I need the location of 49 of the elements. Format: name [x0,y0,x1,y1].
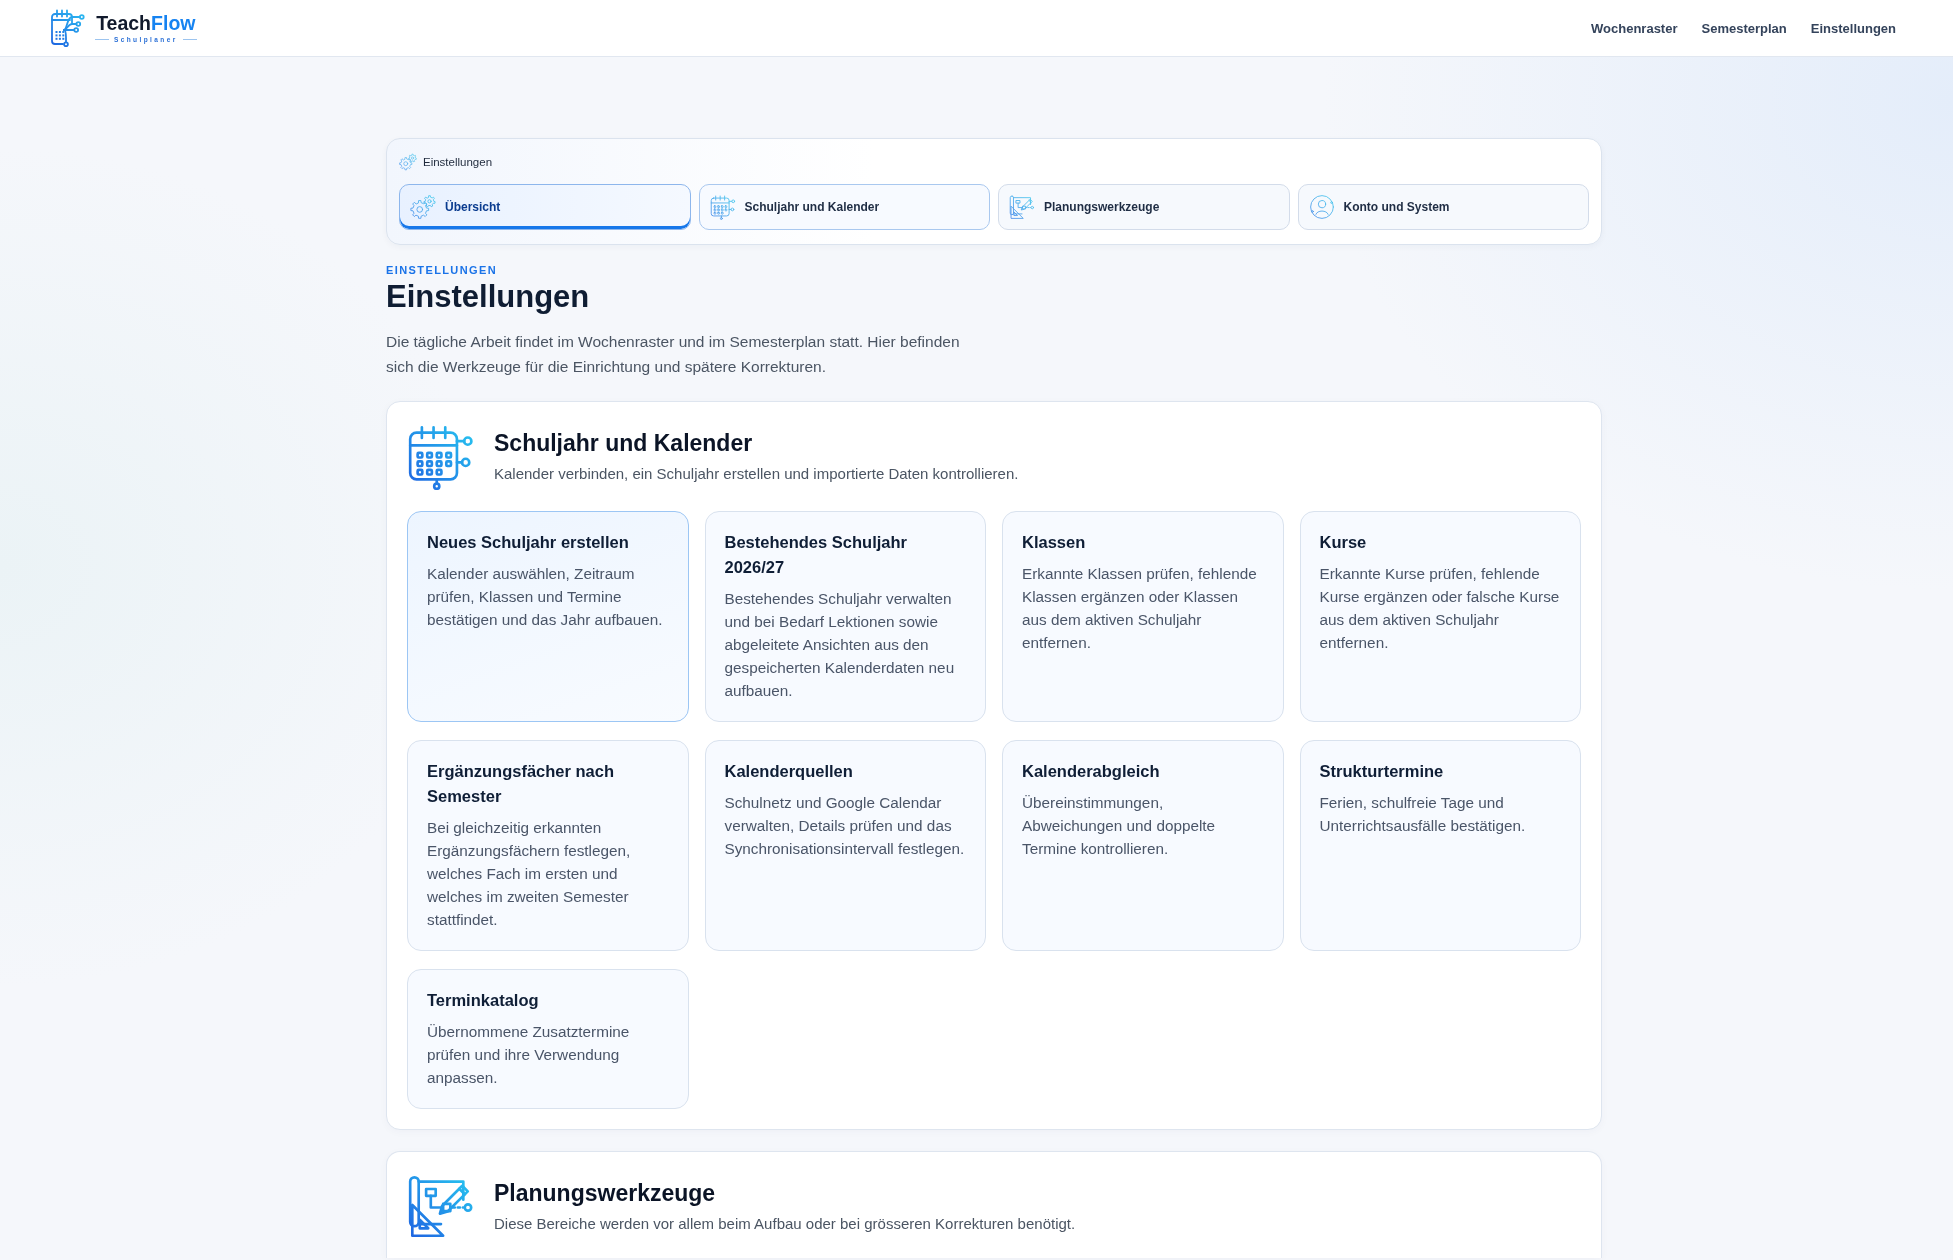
settings-card[interactable]: Kurse Erkannte Kurse prüfen, fehlende Kurse ergänzen oder falsche Kurse aus dem aktiven Schuljahr entfernen. [1299,511,1581,722]
section-title: Schuljahr und Kalender [494,428,754,458]
card-title: Kalenderabgleich [1022,761,1161,782]
settings-card[interactable]: Klassen Erkannte Klassen prüfen, fehlende Klassen ergänzen oder Klassen aus dem aktiven Schuljahr entfernen. [1002,511,1284,722]
card-description: Übernommene Zusatztermine prüfen und ihre Verwendung anpassen. [427,1022,631,1088]
card-description: Kalender auswählen, Zeitraum prüfen, Klassen und Termine bestätigen und das Jahr aufbauen. [427,564,664,630]
settings-card[interactable]: Ergänzungsfächer nach Semester Bei gleichzeitig erkannten Ergänzungsfächern festlegen, welches Fach im ersten und welches im zweiten Semester stattfindet. [407,740,689,951]
page-title: Einstellungen [386,279,591,315]
card-title: Bestehendes Schuljahr 2026/27 [724,532,908,578]
card-title: Strukturtermine [1319,761,1445,782]
logo-wordmark: TeachFlow [96,12,196,34]
settings-card[interactable]: Bestehendes Schuljahr 2026/27 Bestehendes Schuljahr verwalten und bei Bedarf Lektionen sowie abgeleitete Ansichten aus den gespeicherten Kalenderdaten neu aufbauen. [704,511,986,722]
card-description: Erkannte Klassen prüfen, fehlende Klassen ergänzen oder Klassen aus dem aktiven Schuljahr entfernen. [1022,564,1258,653]
gears-icon [410,194,436,220]
card-description: Schulnetz und Google Calendar verwalten, Details prüfen und das Synchronisationsintervall festlegen. [724,793,966,859]
card-title: Ergänzungsfächer nach Semester [427,761,616,807]
settings-card[interactable]: Kalenderquellen Schulnetz und Google Calendar verwalten, Details prüfen und das Synchronisationsintervall festlegen. [704,740,986,951]
blueprint-pencil-icon [1009,194,1035,220]
section-title: Planungswerkzeuge [494,1178,717,1208]
settings-card[interactable]: Strukturtermine Ferien, schulfreie Tage und Unterrichtsausfälle bestätigen. [1299,740,1581,951]
calendar-icon [709,194,736,220]
nav-link[interactable]: Semesterplan [1701,20,1787,36]
nav-link[interactable]: Einstellungen [1810,20,1896,36]
section-subtitle: Diese Bereiche werden vor allem beim Aufbau oder bei grösseren Korrekturen benötigt. [494,1213,1076,1234]
card-description: Übereinstimmungen, Abweichungen und doppelte Termine kontrollieren. [1022,793,1217,859]
section-subtitle: Kalender verbinden, ein Schuljahr erstellen und importierte Daten kontrollieren. [494,463,1019,484]
settings-tab[interactable]: Schuljahr und Kalender [698,184,990,230]
card-description: Bestehendes Schuljahr verwalten und bei Bedarf Lektionen sowie abgeleitete Ansichten aus den gespeicherten Kalenderdaten neu aufbauen. [724,589,956,701]
card-description: Erkannte Kurse prüfen, fehlende Kurse ergänzen oder falsche Kurse aus dem aktiven Schuljahr entfernen. [1319,564,1561,653]
settings-tab[interactable]: Planungswerkzeuge [998,184,1290,230]
card-title: Klassen [1022,532,1087,553]
card-title: Kalenderquellen [724,761,854,782]
card-title: Neues Schuljahr erstellen [427,532,630,553]
settings-tab[interactable]: Konto und System [1297,184,1589,230]
settings-card[interactable]: Kalenderabgleich Übereinstimmungen, Abweichungen und doppelte Termine kontrollieren. [1002,740,1284,951]
intro-text: Die tägliche Arbeit findet im Wochenraster und im Semesterplan statt. Hier befinden sich die Werkzeuge für die Einrichtung und spätere Korrekturen. [386,332,961,377]
nav-link[interactable]: Wochenraster [1591,20,1678,36]
card-title: Kurse [1319,532,1368,553]
card-description: Bei gleichzeitig erkannten Ergänzungsfächern festlegen, welches Fach im ersten und welches im zweiten Semester stattfindet. [427,818,632,930]
person-circle-icon [1308,194,1335,220]
eyebrow-label: EINSTELLUNGEN [386,263,499,277]
settings-card[interactable]: Terminkatalog Übernommene Zusatztermine prüfen und ihre Verwendung anpassen. [407,969,689,1109]
card-description: Ferien, schulfreie Tage und Unterrichtsausfälle bestätigen. [1319,793,1527,836]
calendar-circuit-icon [50,8,86,48]
settings-tab[interactable]: Übersicht [399,184,691,230]
card-title: Terminkatalog [427,990,540,1011]
panel-label: Einstellungen [423,156,493,168]
gears-icon [399,153,417,171]
settings-card[interactable]: Neues Schuljahr erstellen Kalender auswählen, Zeitraum prüfen, Klassen und Termine bestätigen und das Jahr aufbauen. [407,511,689,722]
